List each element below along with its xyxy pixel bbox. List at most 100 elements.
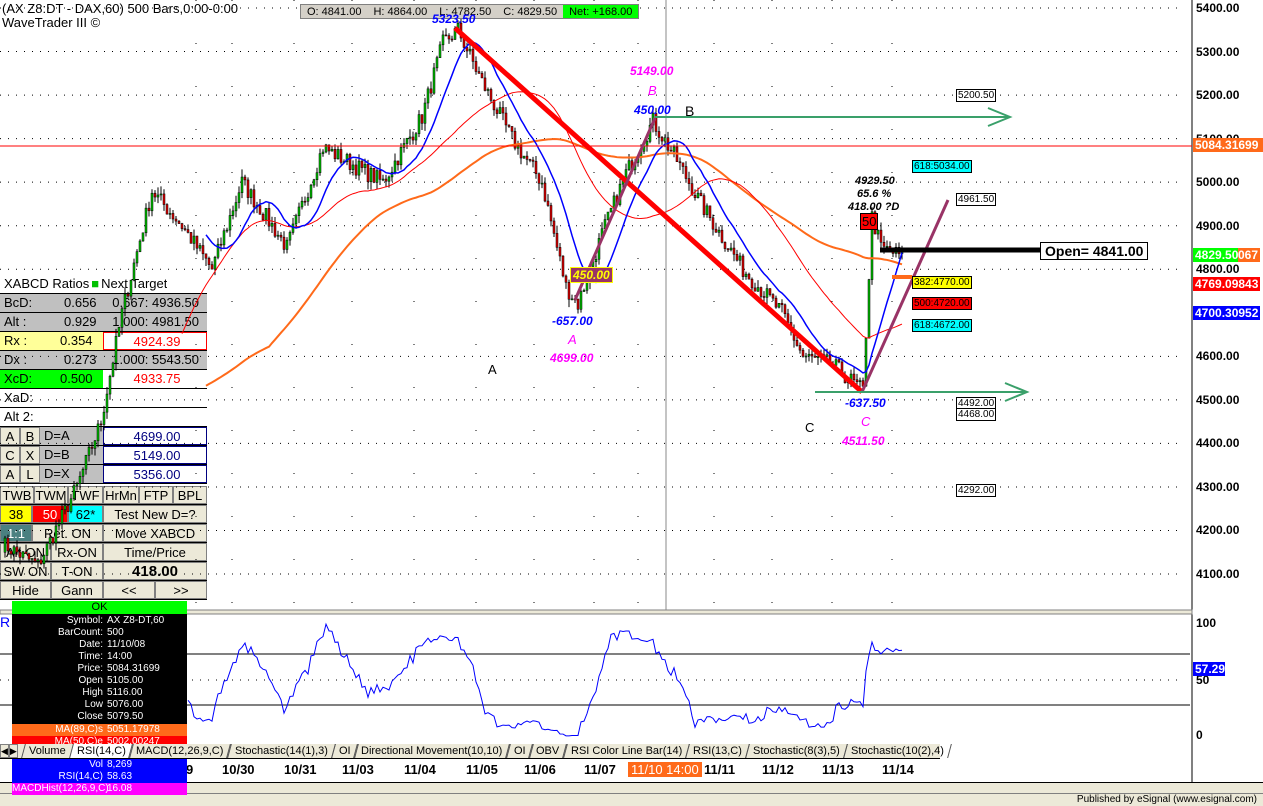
- candle-body: [855, 379, 859, 383]
- candle-body: [234, 202, 238, 212]
- point-l-button[interactable]: L: [20, 465, 40, 483]
- candle-body: [468, 48, 472, 52]
- candle-body: [714, 228, 718, 233]
- dw-key: Close: [77, 711, 103, 722]
- dw-value: 500: [107, 627, 124, 638]
- fib-62-button[interactable]: 62*: [68, 505, 103, 523]
- indicator-tab[interactable]: MACD(12,26,9,C): [128, 744, 232, 758]
- rx-on-button[interactable]: Rx-ON: [51, 543, 103, 561]
- candle-body: [570, 298, 574, 301]
- dw-value: 11/10/08: [107, 639, 146, 650]
- ret-on-button[interactable]: Ret. ON: [32, 524, 103, 542]
- candle-body: [699, 192, 703, 196]
- candle-body: [237, 192, 241, 203]
- candle-body: [249, 189, 253, 198]
- indicator-tab[interactable]: RSI(14,C): [68, 744, 134, 758]
- candle-body: [789, 322, 793, 331]
- candle-body: [474, 61, 478, 72]
- candle-body: [705, 205, 709, 215]
- candle-body: [477, 71, 481, 74]
- candle-body: [735, 254, 739, 261]
- ma-fast-tag: 4700.30952: [1193, 306, 1260, 320]
- time-price-button[interactable]: Time/Price: [103, 543, 207, 561]
- indicator-tab[interactable]: RSI Color Line Bar(14): [562, 744, 690, 758]
- fib-38-button[interactable]: 38: [0, 505, 32, 523]
- point-a-button[interactable]: A: [0, 427, 20, 445]
- candle-body: [792, 329, 796, 341]
- point-a2-button[interactable]: A: [0, 465, 20, 483]
- candle-body: [306, 197, 310, 202]
- twf-button[interactable]: TWF: [68, 486, 103, 504]
- price-tick: 4100.00: [1196, 567, 1240, 582]
- candle-body: [447, 35, 451, 40]
- candle-body: [696, 192, 700, 198]
- data-window: OK Symbol: AX Z8-DT,60 BarCount: 500 Date: 11…: [12, 601, 187, 748]
- candle-body: [633, 162, 637, 171]
- indicator-tab[interactable]: RSI(13,C): [684, 744, 750, 758]
- indicator-tab[interactable]: Directional Movement(10,10): [353, 744, 511, 758]
- grid-value: 5356.00: [103, 465, 207, 483]
- candle-body: [339, 149, 343, 163]
- candle-body: [135, 251, 139, 264]
- point-c-button[interactable]: C: [0, 446, 20, 464]
- ok-bar[interactable]: OK: [12, 601, 187, 614]
- candle-body: [564, 275, 568, 283]
- arrow-head-icon: [987, 107, 1013, 127]
- d-equals-x-button[interactable]: D=X: [40, 465, 103, 483]
- gann-button[interactable]: Gann: [51, 581, 103, 599]
- candle-body: [663, 137, 667, 142]
- arrow-head-icon: [1004, 382, 1030, 402]
- indicator-tab[interactable]: OBV: [528, 744, 568, 758]
- test-new-d-button[interactable]: Test New D=?: [103, 505, 207, 523]
- next-button[interactable]: >>: [155, 581, 207, 599]
- candle-body: [900, 249, 904, 255]
- candle-body: [225, 229, 229, 232]
- tab-label: RSI(14,C): [76, 745, 126, 757]
- indicator-tab[interactable]: Volume: [20, 744, 74, 758]
- candle-body: [480, 73, 484, 79]
- ratio-target: 4933.75: [133, 371, 181, 386]
- point-b-button[interactable]: B: [20, 427, 40, 445]
- dw-value: 58.63: [107, 771, 133, 782]
- indicator-tab[interactable]: Stochastic(8(3),5): [744, 744, 848, 758]
- twm-button[interactable]: TWM: [34, 486, 68, 504]
- point-x-button[interactable]: X: [20, 446, 40, 464]
- candle-body: [816, 356, 820, 358]
- hide-button[interactable]: Hide: [0, 581, 51, 599]
- scroll-right-button[interactable]: ▶: [8, 744, 18, 758]
- candle-body: [681, 162, 685, 167]
- candle-body: [489, 89, 493, 101]
- sw-on-button[interactable]: SW ON: [0, 562, 51, 580]
- date-label: 10/31: [284, 762, 317, 777]
- scroll-left-button[interactable]: ◀: [0, 744, 9, 758]
- tab-label: Stochastic(10(2),4): [850, 745, 944, 757]
- move-xabcd-button[interactable]: Move XABCD: [103, 524, 207, 542]
- candle-body: [687, 178, 691, 184]
- indicator-tab[interactable]: Stochastic(14(1),3): [226, 744, 336, 758]
- candle-body: [846, 380, 850, 384]
- ftp-button[interactable]: FTP: [139, 486, 173, 504]
- candle-body: [276, 234, 280, 237]
- ratio-button[interactable]: 1:1: [0, 524, 32, 542]
- candle-body: [381, 178, 385, 181]
- panel-next-target: Next Target: [101, 276, 168, 291]
- candle-body: [378, 170, 382, 180]
- ratio-key: XcD:: [4, 371, 33, 386]
- d-equals-b-button[interactable]: D=B: [40, 446, 103, 464]
- hrmn-button[interactable]: HrMn: [103, 486, 139, 504]
- tab-label: OI: [338, 745, 351, 757]
- rsi-tick-0: 0: [1196, 728, 1203, 742]
- candle-body: [516, 144, 520, 149]
- d-equals-a-button[interactable]: D=A: [40, 427, 103, 445]
- bpl-button[interactable]: BPL: [173, 486, 207, 504]
- twb-button[interactable]: TWB: [0, 486, 34, 504]
- alt-on-button[interactable]: Alt-ON: [0, 543, 51, 561]
- prev-button[interactable]: <<: [103, 581, 155, 599]
- data-window-indicators: Vol 8,269 RSI(14,C) 58.63 MACDHist(12,26,9…: [12, 759, 187, 795]
- candle-body: [243, 176, 247, 181]
- ohlc-close: C: 4829.50: [503, 6, 558, 18]
- t-on-button[interactable]: T-ON: [51, 562, 103, 580]
- indicator-tab[interactable]: Stochastic(10(2),4): [842, 744, 952, 758]
- fib-50-button[interactable]: 50: [32, 505, 68, 523]
- candle-body: [558, 247, 562, 257]
